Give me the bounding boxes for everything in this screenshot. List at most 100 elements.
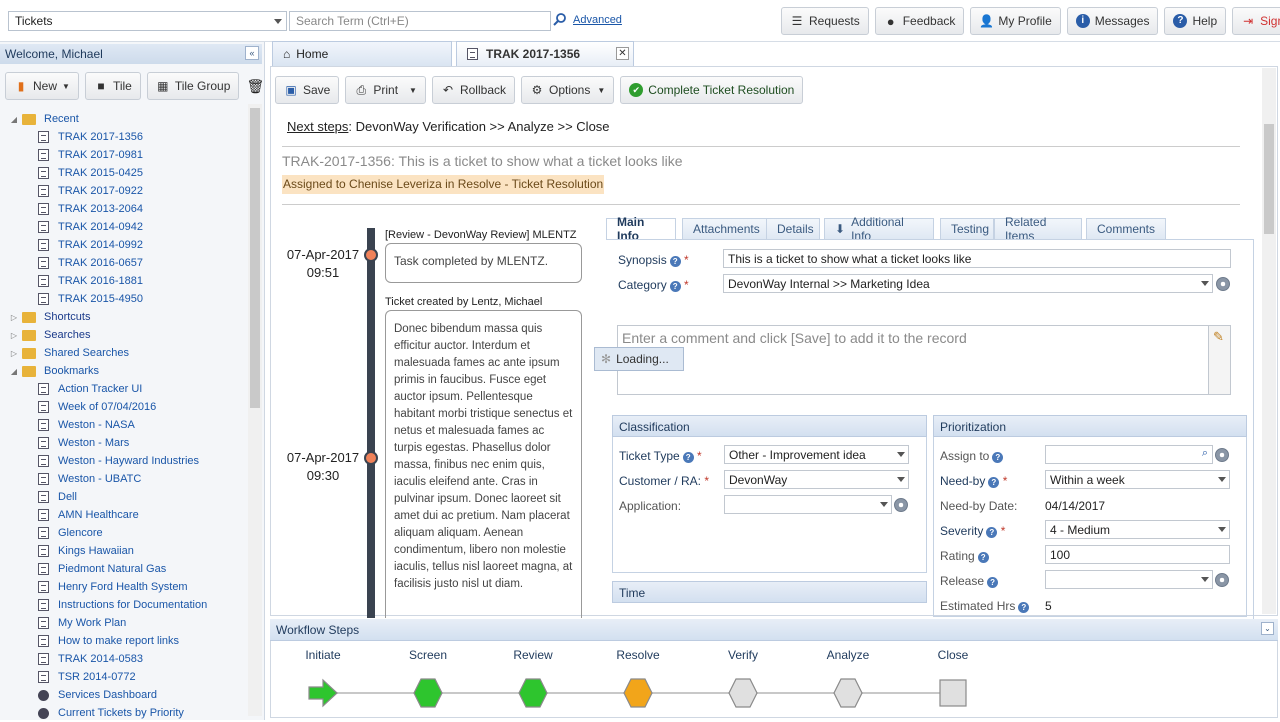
- workflow-step-resolve-icon[interactable]: [622, 677, 654, 709]
- content-scrollbar[interactable]: [1262, 68, 1276, 614]
- collapse-icon[interactable]: ⌄: [1261, 622, 1274, 635]
- tree-folder-recent[interactable]: ◢ Recent: [0, 110, 248, 128]
- workflow-step-close-icon[interactable]: [937, 677, 969, 709]
- search-icon[interactable]: ⌕: [1202, 447, 1208, 460]
- content-scroll-thumb[interactable]: [1264, 124, 1274, 234]
- workflow-step-analyze-icon[interactable]: [832, 677, 864, 709]
- tab-additional-info[interactable]: ⬇ Additional Info: [824, 215, 934, 243]
- module-select[interactable]: Tickets: [8, 11, 287, 31]
- comment-textarea[interactable]: Enter a comment and click [Save] to add …: [617, 325, 1231, 395]
- sidebar-scroll-thumb[interactable]: [250, 108, 260, 408]
- rating-field[interactable]: 100: [1045, 545, 1230, 564]
- sidebar-item[interactable]: TRAK 2017-0922: [0, 182, 248, 200]
- messages-button[interactable]: i Messages: [1066, 7, 1159, 35]
- sidebar-item[interactable]: Piedmont Natural Gas: [0, 560, 248, 578]
- sidebar-item[interactable]: TRAK 2017-1356: [0, 128, 248, 146]
- gear-icon[interactable]: [894, 498, 908, 512]
- sidebar-item[interactable]: TRAK 2013-2064: [0, 200, 248, 218]
- help-icon[interactable]: ?: [669, 256, 681, 267]
- sidebar-item[interactable]: Dell: [0, 488, 248, 506]
- sidebar-item[interactable]: Weston - Mars: [0, 434, 248, 452]
- workflow-step-screen-icon[interactable]: [412, 677, 444, 709]
- options-button[interactable]: ⚙ Options ▼: [521, 76, 615, 104]
- sidebar-item[interactable]: Services Dashboard: [0, 686, 248, 704]
- sidebar-item[interactable]: TRAK 2016-0657: [0, 254, 248, 272]
- edit-icon[interactable]: ✎: [1213, 329, 1224, 345]
- help-icon[interactable]: ?: [986, 527, 998, 538]
- tab-related-items[interactable]: Related Items: [994, 215, 1082, 243]
- sidebar-item[interactable]: TRAK 2017-0981: [0, 146, 248, 164]
- tab-comments[interactable]: Comments: [1086, 218, 1166, 240]
- help-icon[interactable]: ?: [988, 477, 1000, 488]
- sidebar-item[interactable]: Week of 07/04/2016: [0, 398, 248, 416]
- sidebar-item[interactable]: How to make report links: [0, 632, 248, 650]
- gear-icon[interactable]: [1216, 277, 1230, 291]
- tile-group-button[interactable]: ▦ Tile Group: [146, 72, 240, 100]
- search-icon[interactable]: [553, 12, 567, 26]
- release-select[interactable]: [1045, 570, 1213, 589]
- rollback-button[interactable]: ↶ Rollback: [431, 76, 515, 104]
- tab-ticket[interactable]: TRAK 2017-1356 ✕: [456, 41, 634, 66]
- tree-folder-shared-searches[interactable]: ▷ Shared Searches: [0, 344, 248, 362]
- workflow-step-review-icon[interactable]: [517, 677, 549, 709]
- tab-testing[interactable]: Testing: [940, 218, 994, 240]
- sidebar-item[interactable]: AMN Healthcare: [0, 506, 248, 524]
- next-steps-label[interactable]: Next steps: [287, 119, 348, 134]
- help-icon[interactable]: ?: [1018, 602, 1030, 613]
- tab-details[interactable]: Details: [766, 218, 820, 240]
- customer-select[interactable]: DevonWay: [724, 470, 909, 489]
- sidebar-item[interactable]: TRAK 2016-1881: [0, 272, 248, 290]
- sidebar-item[interactable]: Action Tracker UI: [0, 380, 248, 398]
- tab-home[interactable]: ⌂ Home: [272, 41, 452, 66]
- sidebar-item[interactable]: My Work Plan: [0, 614, 248, 632]
- synopsis-field[interactable]: This is a ticket to show what a ticket l…: [723, 249, 1231, 268]
- tree-folder-bookmarks[interactable]: ◢ Bookmarks: [0, 362, 248, 380]
- sidebar-item[interactable]: Weston - UBATC: [0, 470, 248, 488]
- help-icon[interactable]: ?: [669, 281, 681, 292]
- tab-main-info[interactable]: Main Info: [606, 215, 676, 243]
- sidebar-item[interactable]: TRAK 2014-0583: [0, 650, 248, 668]
- tree-folder-searches[interactable]: ▷ Searches: [0, 326, 248, 344]
- application-select[interactable]: [724, 495, 892, 514]
- requests-button[interactable]: ☰ Requests: [781, 7, 869, 35]
- gear-icon[interactable]: [1215, 573, 1229, 587]
- severity-select[interactable]: 4 - Medium: [1045, 520, 1230, 539]
- sidebar-item[interactable]: TSR 2014-0772: [0, 668, 248, 686]
- trash-icon[interactable]: 🗑: [245, 72, 265, 100]
- sidebar-item[interactable]: TRAK 2014-0942: [0, 218, 248, 236]
- my-profile-button[interactable]: 👤 My Profile: [970, 7, 1061, 35]
- need-by-select[interactable]: Within a week: [1045, 470, 1230, 489]
- category-select[interactable]: DevonWay Internal >> Marketing Idea: [723, 274, 1213, 293]
- print-button[interactable]: ⎙ Print ▼: [345, 76, 426, 104]
- sidebar-item[interactable]: Henry Ford Health System: [0, 578, 248, 596]
- help-icon[interactable]: ?: [992, 452, 1004, 463]
- assign-to-field[interactable]: ⌕: [1045, 445, 1213, 464]
- sidebar-item[interactable]: Glencore: [0, 524, 248, 542]
- sidebar-item[interactable]: Kings Hawaiian: [0, 542, 248, 560]
- sidebar-item[interactable]: Instructions for Documentation: [0, 596, 248, 614]
- sidebar-item[interactable]: TRAK 2015-4950: [0, 290, 248, 308]
- workflow-step-initiate-icon[interactable]: [307, 677, 339, 709]
- close-tab-icon[interactable]: ✕: [616, 47, 629, 60]
- search-input[interactable]: Search Term (Ctrl+E): [289, 11, 551, 31]
- ticket-type-select[interactable]: Other - Improvement idea: [724, 445, 909, 464]
- complete-resolution-button[interactable]: ✔ Complete Ticket Resolution: [620, 76, 804, 104]
- help-icon[interactable]: ?: [977, 552, 989, 563]
- help-icon[interactable]: ?: [682, 452, 694, 463]
- sidebar-item[interactable]: Weston - NASA: [0, 416, 248, 434]
- workflow-step-verify-icon[interactable]: [727, 677, 759, 709]
- help-icon[interactable]: ?: [987, 577, 999, 588]
- new-button[interactable]: ▮ New ▼: [5, 72, 79, 100]
- sidebar-item[interactable]: TRAK 2015-0425: [0, 164, 248, 182]
- sidebar-item[interactable]: TRAK 2014-0992: [0, 236, 248, 254]
- gear-icon[interactable]: [1215, 448, 1229, 462]
- feedback-button[interactable]: ● Feedback: [874, 7, 965, 35]
- sidebar-scrollbar[interactable]: [248, 104, 262, 716]
- sidebar-item[interactable]: Weston - Hayward Industries: [0, 452, 248, 470]
- sidebar-item[interactable]: Current Tickets by Priority: [0, 704, 248, 722]
- advanced-search-link[interactable]: Advanced: [573, 14, 622, 26]
- collapse-sidebar-icon[interactable]: «: [245, 46, 259, 60]
- save-button[interactable]: ▣ Save: [275, 76, 340, 104]
- tile-button[interactable]: ■ Tile: [84, 72, 141, 100]
- help-button[interactable]: ? Help: [1164, 7, 1227, 35]
